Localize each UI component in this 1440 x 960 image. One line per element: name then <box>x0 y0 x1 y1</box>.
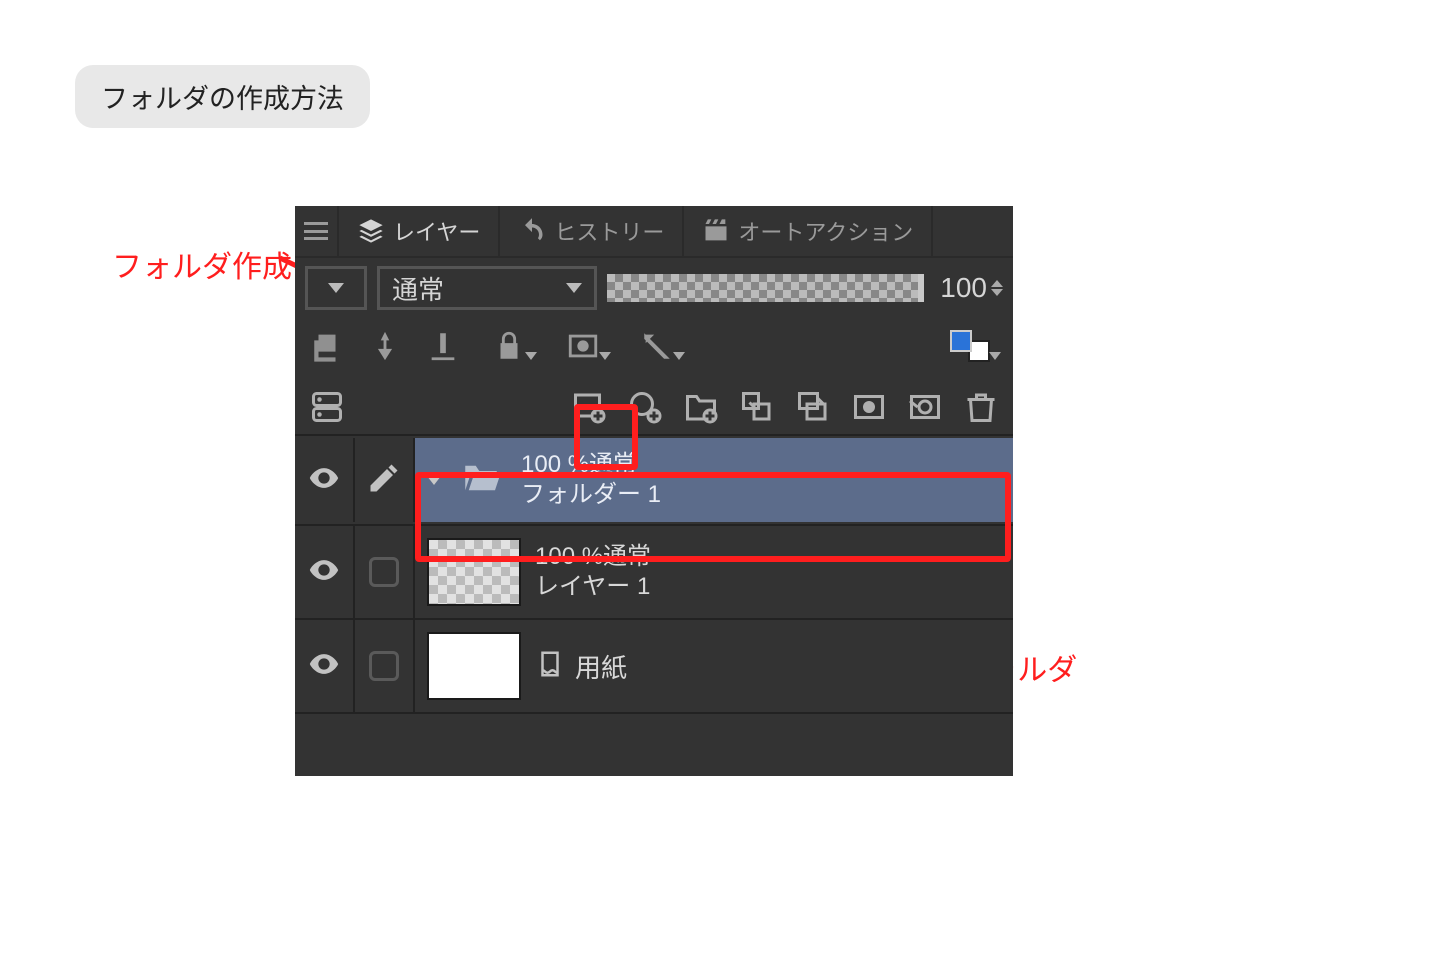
layer-row-folder[interactable]: 100 %通常 フォルダー 1 <box>295 436 1013 526</box>
eye-icon[interactable] <box>307 461 341 500</box>
opacity-stepper[interactable] <box>991 280 1003 296</box>
layer-row-raster[interactable]: 100 %通常 レイヤー 1 <box>295 526 1013 620</box>
layer-name-text: レイヤー 1 <box>535 573 651 601</box>
tab-layer[interactable]: レイヤー <box>339 206 500 256</box>
layer-name-text: フォルダー 1 <box>521 481 661 509</box>
tab-auto-action-label: オートアクション <box>738 215 913 247</box>
delete-layer-button[interactable] <box>957 383 1005 431</box>
layer-panel: レイヤー ヒストリー オートアクション 通常 100 <box>295 206 1013 776</box>
color-swatch-icon <box>950 330 990 362</box>
opacity-number: 100 <box>940 272 987 304</box>
active-layer-slot-icon[interactable] <box>369 557 399 587</box>
chevron-down-icon <box>566 283 582 293</box>
tab-auto-action[interactable]: オートアクション <box>684 206 933 256</box>
apply-mask-button[interactable] <box>901 383 949 431</box>
new-raster-layer-button[interactable] <box>565 383 613 431</box>
create-layer-mask-button[interactable] <box>845 383 893 431</box>
folder-open-icon <box>455 457 507 504</box>
eye-icon[interactable] <box>307 553 341 592</box>
mask-layer-dropdown-button[interactable] <box>553 324 613 368</box>
panel-list-toggle-button[interactable] <box>303 383 351 431</box>
opacity-value[interactable]: 100 <box>940 272 1003 304</box>
layer-list: 100 %通常 フォルダー 1 100 %通常 レイヤー 1 <box>295 434 1013 776</box>
page-title-badge: フォルダの作成方法 <box>75 65 370 128</box>
reference-layer-button[interactable] <box>363 324 407 368</box>
tab-history[interactable]: ヒストリー <box>500 206 684 256</box>
active-layer-slot-icon[interactable] <box>369 651 399 681</box>
layer-property-toolbar <box>295 318 1013 376</box>
annotation-create-folder-label: フォルダ作成 <box>112 242 292 286</box>
layer-name-text: 用紙 <box>575 648 627 685</box>
panel-tabs: レイヤー ヒストリー オートアクション <box>295 206 1013 258</box>
ruler-dropdown-button[interactable] <box>627 324 687 368</box>
eye-icon[interactable] <box>307 647 341 686</box>
pencil-edit-icon[interactable] <box>366 460 402 501</box>
lock-dropdown-button[interactable] <box>479 324 539 368</box>
new-vector-layer-button[interactable] <box>621 383 669 431</box>
layer-row-paper[interactable]: 用紙 <box>295 620 1013 714</box>
new-layer-folder-button[interactable] <box>677 383 725 431</box>
layer-actions-toolbar <box>295 376 1013 434</box>
layer-opacity-blend-text: 100 %通常 <box>535 543 651 571</box>
tab-layer-label: レイヤー <box>393 215 480 247</box>
draft-layer-button[interactable] <box>421 324 465 368</box>
blend-mode-dropdown[interactable]: 通常 <box>377 266 597 310</box>
paper-type-icon <box>535 649 565 684</box>
transfer-down-button[interactable] <box>733 383 781 431</box>
tab-history-label: ヒストリー <box>554 215 664 247</box>
layer-opacity-blend-text: 100 %通常 <box>521 451 661 479</box>
palette-color-dropdown[interactable] <box>305 266 367 310</box>
undo-arrow-icon <box>518 217 546 245</box>
opacity-slider[interactable] <box>607 274 924 302</box>
clapper-icon <box>702 217 730 245</box>
layer-thumbnail <box>427 538 521 606</box>
blend-mode-value: 通常 <box>392 270 444 307</box>
panel-menu-button[interactable] <box>295 206 339 256</box>
clip-mask-button[interactable] <box>305 324 349 368</box>
layer-color-dropdown-button[interactable] <box>933 324 1003 368</box>
merge-down-button[interactable] <box>789 383 837 431</box>
blend-opacity-row: 通常 100 <box>295 258 1013 318</box>
layer-thumbnail <box>427 632 521 700</box>
folder-expand-toggle[interactable] <box>427 476 441 485</box>
layers-stack-icon <box>357 217 385 245</box>
